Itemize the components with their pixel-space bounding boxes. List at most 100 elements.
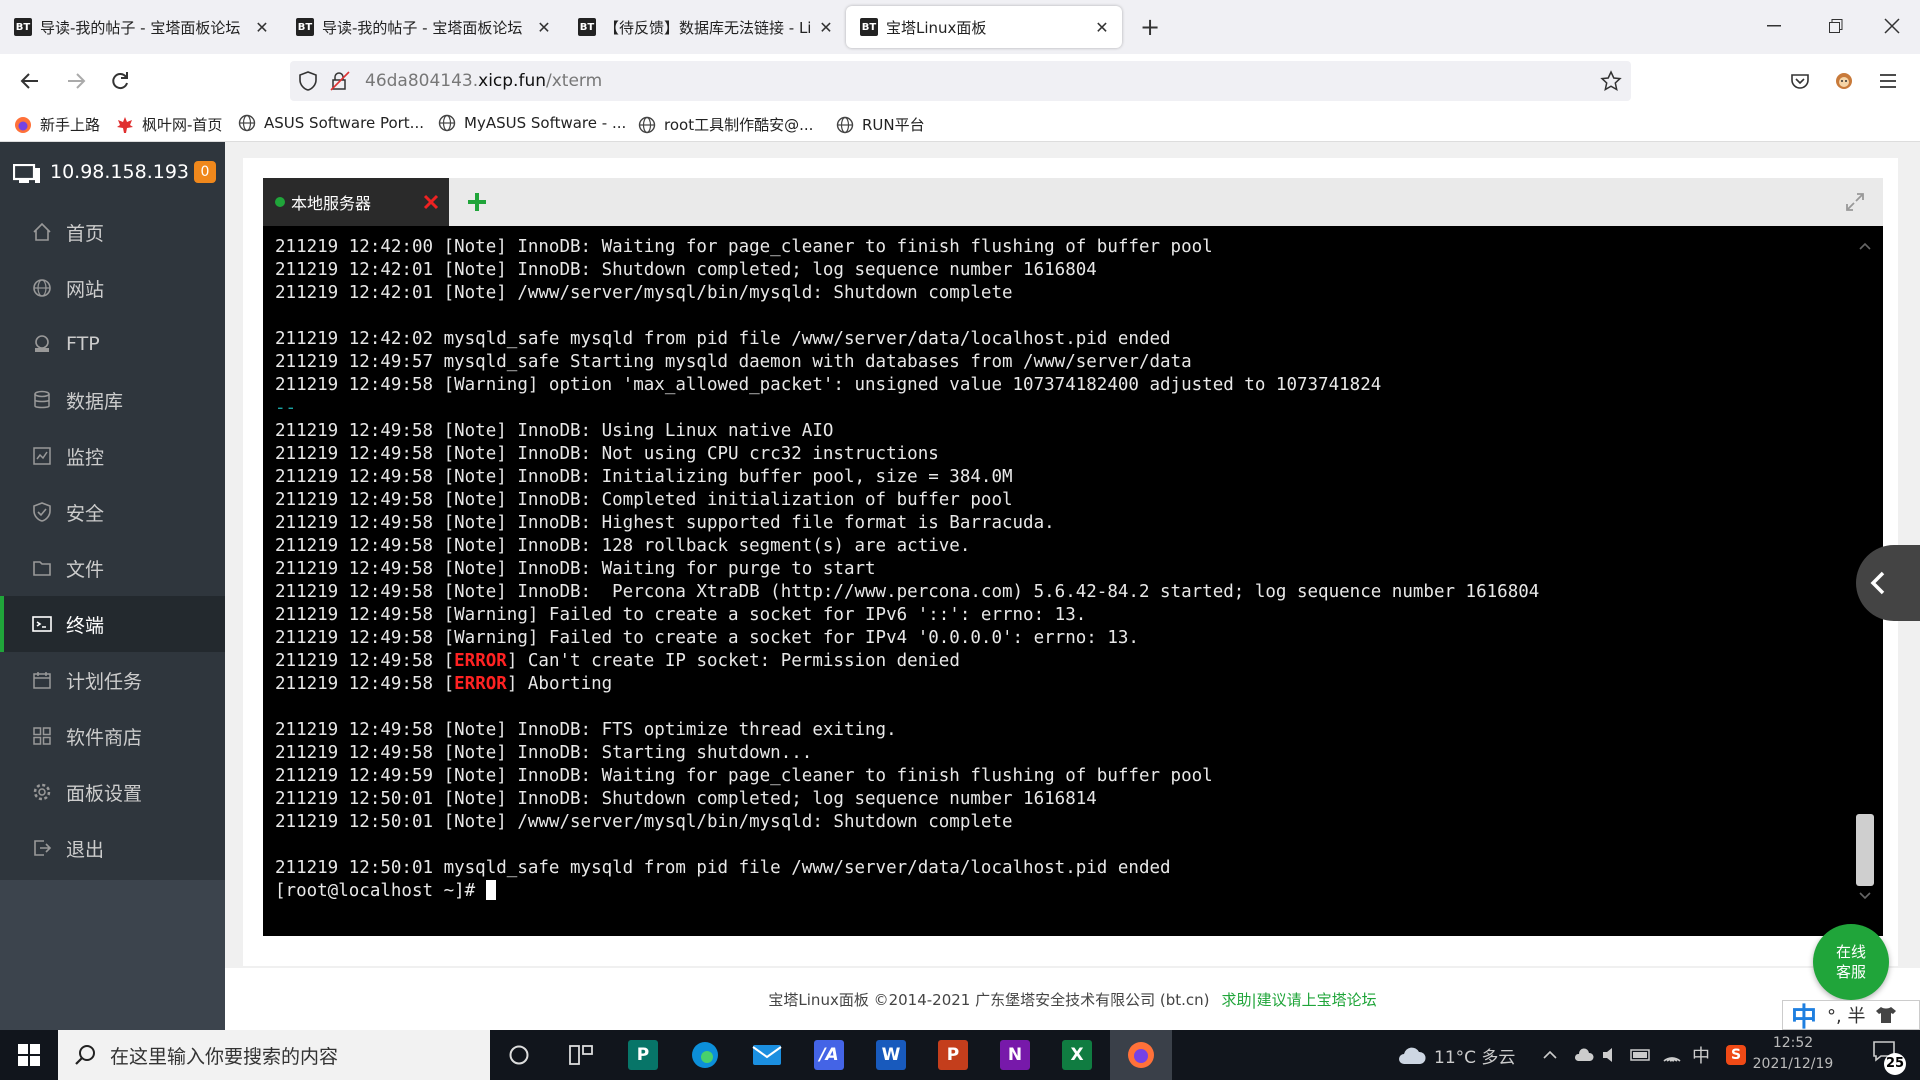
footer-copyright: 宝塔Linux面板 ©2014-2021 广东堡塔安全技术有限公司 (bt.cn… — [768, 990, 1210, 1009]
bookmark-item[interactable]: root工具制作酷安@... — [638, 114, 813, 135]
terminal-icon — [32, 614, 52, 634]
globe-icon — [438, 114, 456, 132]
scroll-down-arrow-icon[interactable] — [1858, 890, 1872, 902]
bookmarks-bar: 新手上路 枫叶网-首页 ASUS Software Port... MyASUS… — [0, 108, 1920, 142]
ime-language[interactable]: 中 — [1791, 997, 1817, 1034]
add-terminal-plus-icon[interactable] — [465, 190, 489, 214]
bookmark-item[interactable]: RUN平台 — [836, 114, 925, 135]
restore-icon[interactable] — [1822, 12, 1850, 40]
bookmark-item[interactable]: 新手上路 — [14, 114, 100, 135]
online-support-button[interactable]: 在线 客服 — [1813, 924, 1889, 1000]
extension-monkey-icon[interactable] — [1830, 67, 1858, 95]
ime-shirt-icon[interactable] — [1875, 1006, 1897, 1024]
terminal-line: 211219 12:49:58 [Note] InnoDB: Completed… — [275, 490, 1013, 510]
hamburger-menu-icon[interactable] — [1874, 67, 1902, 95]
new-tab-plus-icon[interactable]: + — [1138, 12, 1162, 42]
notification-badge[interactable]: 0 — [194, 161, 216, 183]
fullscreen-icon[interactable] — [1845, 192, 1865, 212]
powerpoint-icon[interactable]: P — [924, 1030, 982, 1080]
shield-tracking-icon[interactable] — [298, 71, 318, 91]
reload-icon[interactable] — [106, 67, 134, 95]
terminal-line: 211219 12:49:58 [Note] InnoDB: Highest s… — [275, 513, 1055, 533]
tray-chevron-up-icon[interactable] — [1542, 1030, 1558, 1080]
sidebar-item-app-store[interactable]: 软件商店 — [0, 708, 225, 764]
tab-local-server[interactable]: 本地服务器 — [263, 178, 449, 226]
bookmark-label: MyASUS Software - ... — [464, 114, 627, 132]
pocket-icon[interactable] — [1786, 67, 1814, 95]
bookmark-item[interactable]: 枫叶网-首页 — [116, 114, 222, 135]
forward-arrow-icon[interactable] — [62, 67, 90, 95]
close-tab-icon[interactable]: ✕ — [254, 18, 270, 37]
bookmark-item[interactable]: MyASUS Software - ... — [438, 114, 626, 132]
cortana-icon[interactable] — [490, 1030, 548, 1080]
sidebar-item-logout[interactable]: 退出 — [0, 820, 225, 876]
vscode-like-icon[interactable]: /A — [800, 1030, 858, 1080]
tab-title: 宝塔Linux面板 — [886, 18, 987, 37]
sidebar-item-label: 终端 — [66, 614, 105, 637]
volume-icon[interactable] — [1602, 1030, 1620, 1080]
terminal-screen[interactable]: 211219 12:42:00 [Note] InnoDB: Waiting f… — [263, 226, 1883, 936]
sidebar-item-database[interactable]: 数据库 — [0, 372, 225, 428]
tab-title: 导读-我的帖子 - 宝塔面板论坛 — [322, 18, 523, 37]
onenote-icon[interactable]: N — [986, 1030, 1044, 1080]
mail-icon[interactable] — [738, 1030, 796, 1080]
sidebar-item-label: FTP — [66, 333, 100, 355]
terminal-prompt[interactable]: [root@localhost ~]# — [275, 880, 1539, 903]
ime-mode[interactable]: °, 半 — [1827, 1002, 1865, 1028]
bookmark-star-icon[interactable] — [1600, 70, 1622, 92]
browser-tab-active[interactable]: BT 宝塔Linux面板 ✕ — [846, 6, 1122, 48]
apps-icon — [32, 726, 52, 746]
insecure-lock-icon[interactable] — [330, 71, 350, 91]
terminal-line: 211219 12:49:58 [Warning] Failed to crea… — [275, 605, 1087, 625]
close-tab-icon[interactable]: ✕ — [536, 18, 552, 37]
back-arrow-icon[interactable] — [16, 67, 44, 95]
home-icon — [32, 222, 52, 242]
close-tab-icon[interactable]: ✕ — [1094, 18, 1110, 37]
ime-toolbar[interactable]: 中 °, 半 — [1782, 1000, 1920, 1033]
sidebar-item-terminal[interactable]: 终端 — [0, 596, 225, 652]
server-ip: 10.98.158.193 — [50, 161, 190, 183]
battery-icon[interactable] — [1630, 1030, 1652, 1080]
word-icon[interactable]: W — [862, 1030, 920, 1080]
windows-start-icon[interactable] — [0, 1030, 58, 1080]
sidebar-item-home[interactable]: 首页 — [0, 204, 225, 260]
publisher-icon[interactable]: P — [614, 1030, 672, 1080]
chevron-left-icon — [1870, 571, 1886, 595]
sidebar-item-security[interactable]: 安全 — [0, 484, 225, 540]
close-window-icon[interactable] — [1878, 12, 1906, 40]
sidebar-item-website[interactable]: 网站 — [0, 260, 225, 316]
weather-widget[interactable]: 11°C 多云 — [1396, 1030, 1515, 1080]
address-bar[interactable]: 46da804143.xicp.fun/xterm — [290, 61, 1631, 101]
close-terminal-tab-icon[interactable] — [419, 190, 443, 214]
sidebar-item-monitor[interactable]: 监控 — [0, 428, 225, 484]
forum-help-link[interactable]: 求助|建议请上宝塔论坛 — [1222, 989, 1377, 1010]
taskbar-clock[interactable]: 12:52 2021/12/19 — [1740, 1033, 1846, 1075]
sidebar-item-ftp[interactable]: FTP — [0, 316, 225, 372]
browser-tab[interactable]: BT 导读-我的帖子 - 宝塔面板论坛 ✕ — [282, 6, 564, 48]
close-tab-icon[interactable]: ✕ — [818, 18, 834, 37]
scrollbar-thumb[interactable] — [1856, 814, 1874, 886]
browser-tab[interactable]: BT 【待反馈】数据库无法链接 - Li ✕ — [564, 6, 846, 48]
url-text[interactable]: 46da804143.xicp.fun/xterm — [365, 71, 602, 91]
sidebar-item-label: 数据库 — [66, 390, 124, 413]
firefox-icon[interactable] — [1110, 1030, 1172, 1080]
bt-favicon-icon: BT — [578, 18, 596, 36]
bookmark-item[interactable]: ASUS Software Port... — [238, 114, 424, 132]
excel-icon[interactable]: X — [1048, 1030, 1106, 1080]
sidebar-item-settings[interactable]: 面板设置 — [0, 764, 225, 820]
browser-tab[interactable]: BT 导读-我的帖子 - 宝塔面板论坛 ✕ — [0, 6, 282, 48]
terminal-line: 211219 12:49:58 [Warning] option 'max_al… — [275, 375, 1382, 395]
taskbar-search-box[interactable]: 在这里输入你要搜索的内容 — [58, 1030, 490, 1080]
sidebar-item-label: 面板设置 — [66, 782, 143, 805]
task-view-icon[interactable] — [552, 1030, 610, 1080]
minimize-icon[interactable] — [1760, 12, 1788, 40]
wifi-icon[interactable] — [1662, 1030, 1682, 1080]
sidebar-item-cron[interactable]: 计划任务 — [0, 652, 225, 708]
shield-icon — [32, 502, 52, 522]
tray-ime-language[interactable]: 中 — [1692, 1030, 1710, 1080]
sidebar-item-files[interactable]: 文件 — [0, 540, 225, 596]
scroll-up-arrow-icon[interactable] — [1858, 240, 1872, 252]
onedrive-cloud-icon[interactable] — [1574, 1030, 1594, 1080]
edge-browser-icon[interactable] — [676, 1030, 734, 1080]
